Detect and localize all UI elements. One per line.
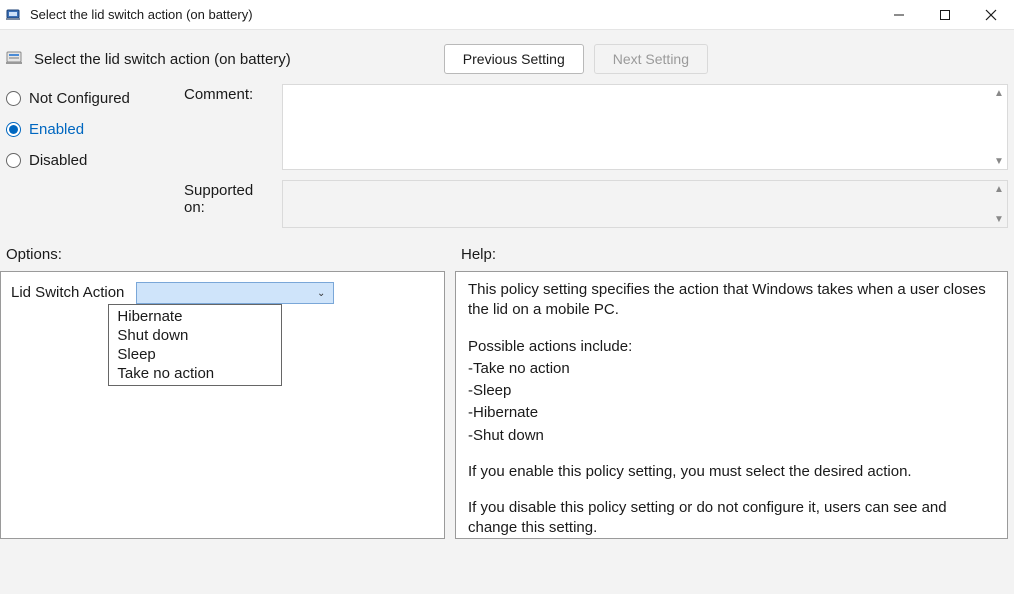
- bottom-panels: Lid Switch Action ⌄ Hibernate Shut down …: [0, 271, 1014, 539]
- help-line: If you disable this policy setting or do…: [468, 498, 995, 539]
- chevron-down-icon: ⌄: [317, 288, 325, 299]
- radio-disabled[interactable]: Disabled: [6, 152, 178, 169]
- radio-icon: [6, 153, 21, 168]
- close-button[interactable]: [968, 0, 1014, 30]
- dropdown-item-shut-down[interactable]: Shut down: [109, 326, 281, 345]
- help-text: This policy setting specifies the action…: [468, 280, 995, 539]
- title-bar: Select the lid switch action (on battery…: [0, 0, 1014, 30]
- help-line: -Hibernate: [468, 403, 995, 423]
- help-panel: This policy setting specifies the action…: [455, 271, 1008, 539]
- comment-textbox[interactable]: ▲ ▼: [282, 84, 1008, 170]
- help-line: -Take no action: [468, 359, 995, 379]
- scroll-down-icon[interactable]: ▼: [993, 213, 1005, 225]
- radio-label: Enabled: [29, 121, 84, 138]
- options-label: Options:: [6, 246, 461, 263]
- help-line: -Sleep: [468, 381, 995, 401]
- dropdown-item-hibernate[interactable]: Hibernate: [109, 307, 281, 326]
- minimize-button[interactable]: [876, 0, 922, 30]
- config-area: Not Configured Enabled Disabled Comment:…: [0, 84, 1014, 228]
- previous-setting-button[interactable]: Previous Setting: [444, 44, 584, 74]
- help-label: Help:: [461, 246, 496, 263]
- radio-label: Not Configured: [29, 90, 130, 107]
- lid-switch-label: Lid Switch Action: [11, 282, 124, 301]
- maximize-button[interactable]: [922, 0, 968, 30]
- policy-icon: [6, 50, 24, 68]
- lid-switch-row: Lid Switch Action ⌄ Hibernate Shut down …: [11, 282, 434, 304]
- window-title: Select the lid switch action (on battery…: [30, 7, 876, 22]
- scroll-up-icon[interactable]: ▲: [993, 183, 1005, 195]
- supported-on-textbox: ▲ ▼: [282, 180, 1008, 228]
- scroll-up-icon[interactable]: ▲: [993, 87, 1005, 99]
- app-icon: [6, 7, 22, 23]
- lid-switch-combobox[interactable]: ⌄: [136, 282, 334, 304]
- section-labels: Options: Help:: [0, 228, 1014, 271]
- window-controls: [876, 0, 1014, 29]
- help-line: If you enable this policy setting, you m…: [468, 462, 995, 482]
- nav-buttons: Previous Setting Next Setting: [444, 44, 708, 74]
- radio-not-configured[interactable]: Not Configured: [6, 90, 178, 107]
- help-line: Possible actions include:: [468, 337, 995, 357]
- options-panel: Lid Switch Action ⌄ Hibernate Shut down …: [0, 271, 445, 539]
- supported-on-label: Supported on:: [184, 180, 276, 216]
- policy-header: Select the lid switch action (on battery…: [0, 30, 1014, 84]
- dropdown-item-take-no-action[interactable]: Take no action: [109, 364, 281, 383]
- dropdown-item-sleep[interactable]: Sleep: [109, 345, 281, 364]
- radio-label: Disabled: [29, 152, 87, 169]
- lid-switch-dropdown: Hibernate Shut down Sleep Take no action: [108, 304, 282, 386]
- radio-icon: [6, 91, 21, 106]
- lid-switch-combo-wrap: ⌄ Hibernate Shut down Sleep Take no acti…: [136, 282, 334, 304]
- comment-label: Comment:: [184, 84, 276, 103]
- scroll-down-icon[interactable]: ▼: [993, 155, 1005, 167]
- radio-icon: [6, 122, 21, 137]
- next-setting-button[interactable]: Next Setting: [594, 44, 708, 74]
- radio-enabled[interactable]: Enabled: [6, 121, 178, 138]
- help-line: -Shut down: [468, 426, 995, 446]
- state-radio-group: Not Configured Enabled Disabled: [6, 84, 178, 169]
- policy-title: Select the lid switch action (on battery…: [34, 51, 291, 68]
- help-line: This policy setting specifies the action…: [468, 280, 995, 321]
